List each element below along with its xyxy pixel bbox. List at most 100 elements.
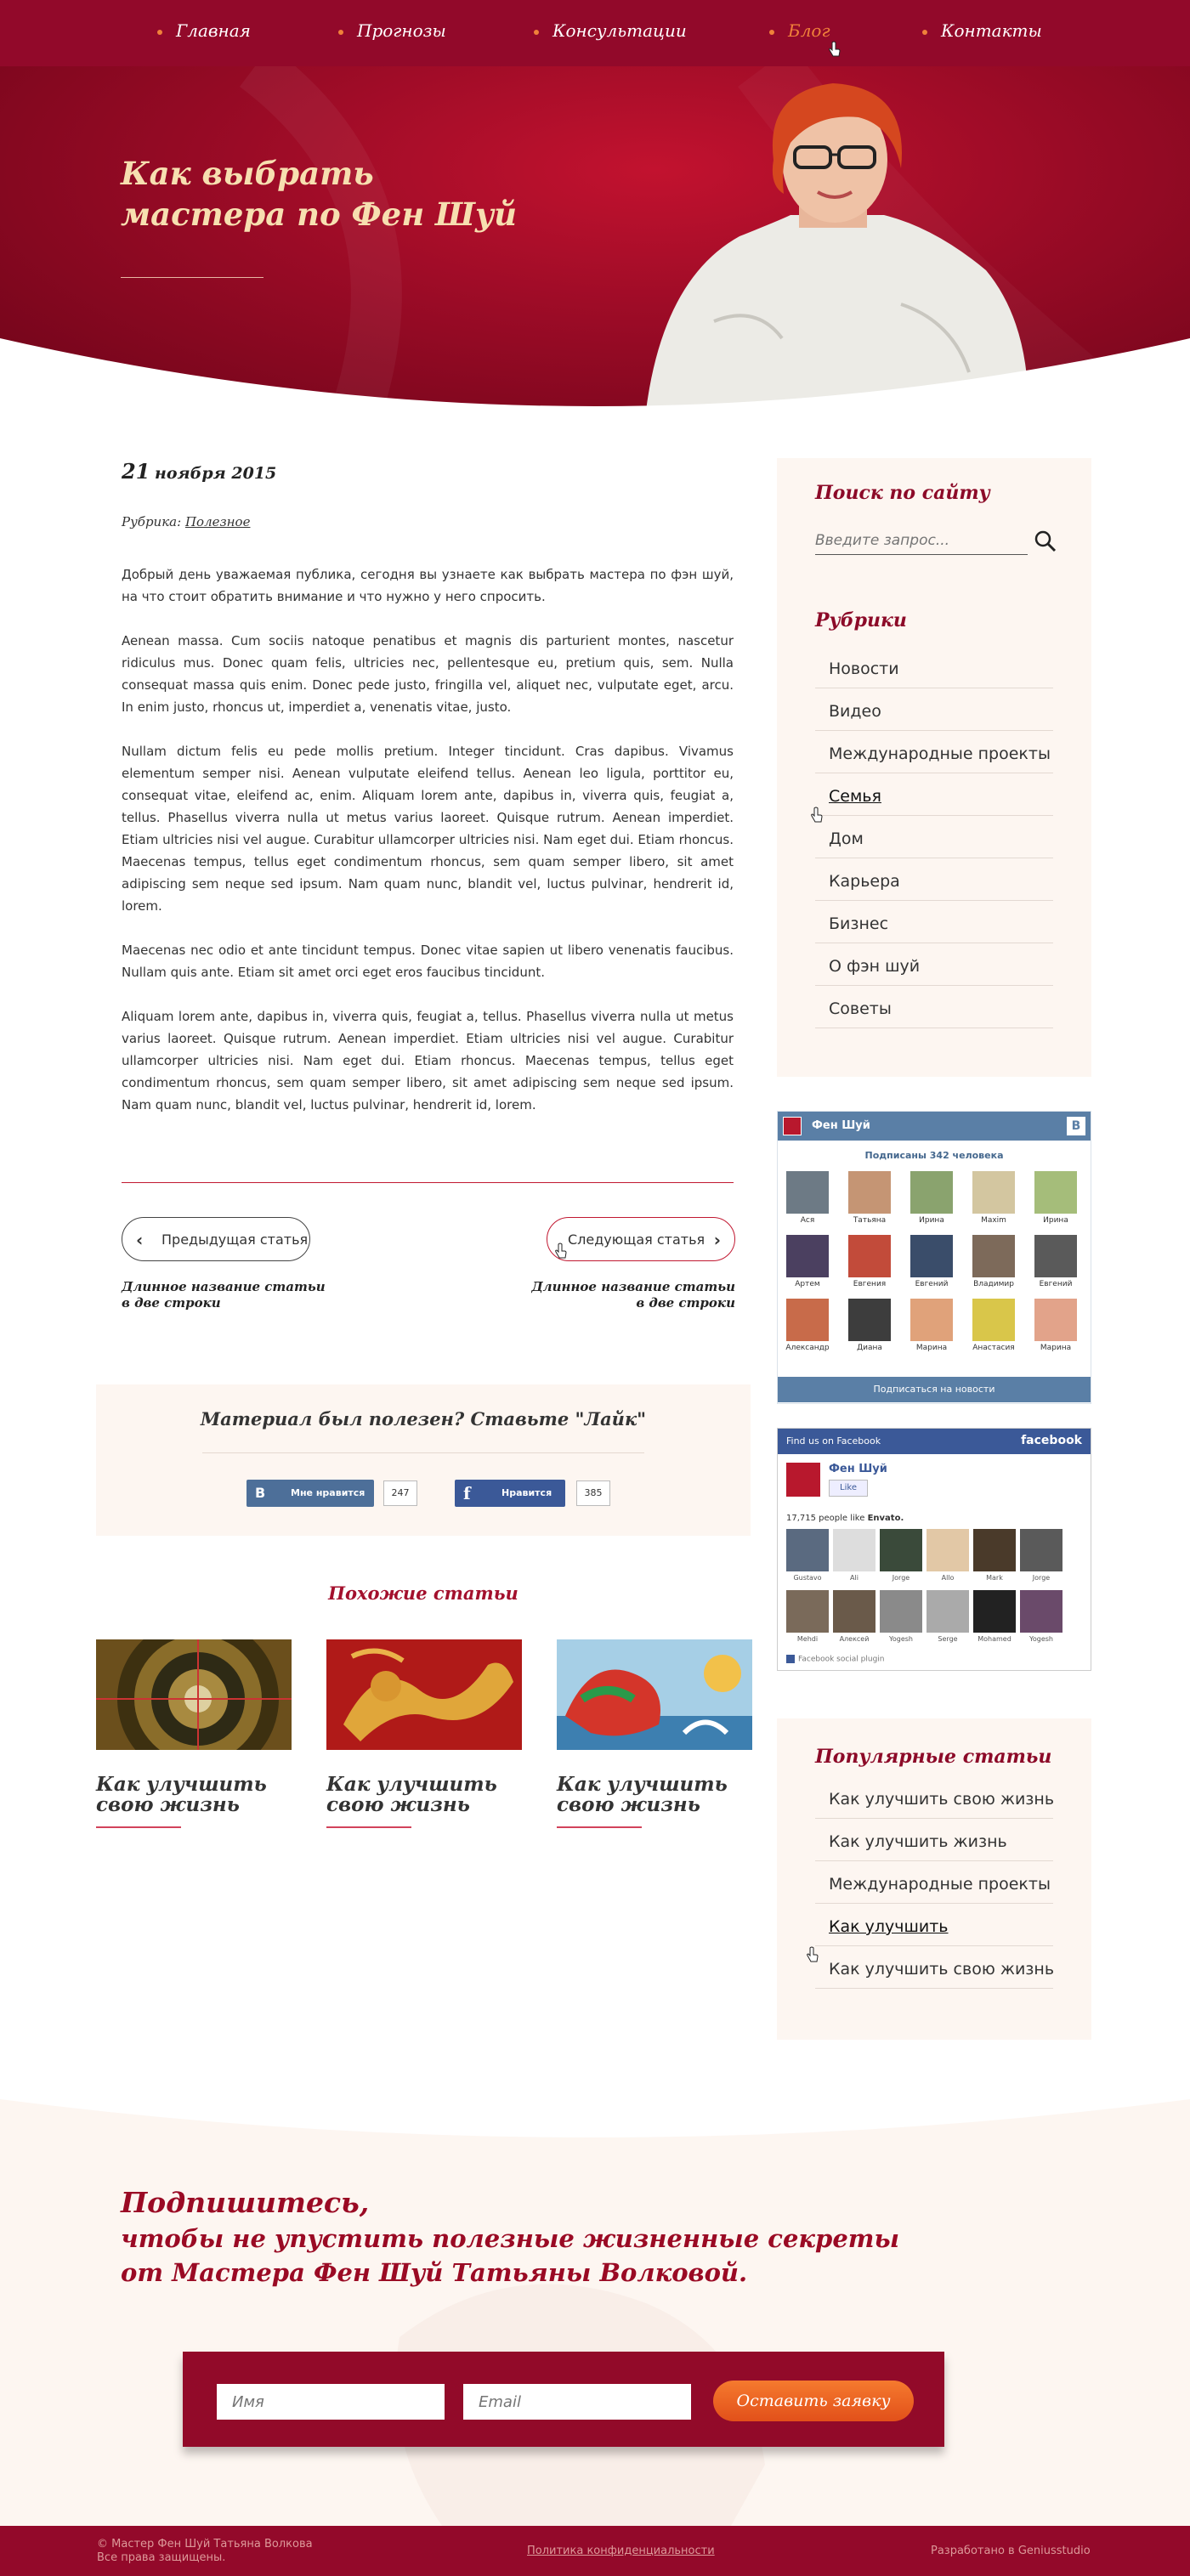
like-box-title: Материал был полезен? Ставьте "Лайк"	[200, 1408, 647, 1430]
related-title-line: свою жизнь	[96, 1793, 240, 1816]
vk-subscribers-count: Подписаны 342 человека	[864, 1150, 1004, 1161]
vk-member-avatar[interactable]	[786, 1299, 829, 1341]
bullet-icon	[534, 29, 539, 35]
category-item[interactable]: Карьера	[815, 858, 1053, 901]
vk-subscribe-button[interactable]: Подписаться на новости	[778, 1377, 1091, 1402]
fb-like-button[interactable]: f Нравится	[455, 1480, 565, 1507]
vk-like-button[interactable]: В Мне нравится	[246, 1480, 374, 1507]
vk-member-avatar[interactable]	[1034, 1299, 1077, 1341]
fb-member-avatar[interactable]	[926, 1529, 969, 1571]
nav-item-contacts[interactable]: Контакты	[922, 20, 1042, 46]
fb-member-name: Ali	[850, 1574, 858, 1582]
popular-item-hovered[interactable]: Как улучшить	[815, 1904, 1053, 1946]
email-field[interactable]	[463, 2384, 691, 2420]
fb-member-avatar[interactable]	[973, 1590, 1016, 1633]
related-article-title[interactable]: Как улучшить свою жизнь	[557, 1775, 728, 1815]
fb-member-avatar[interactable]	[833, 1529, 876, 1571]
popular-item[interactable]: Международные проекты	[815, 1861, 1053, 1904]
vk-member-name: Марина	[915, 1344, 948, 1352]
category-item[interactable]: Бизнес	[815, 901, 1053, 943]
fb-member-avatar[interactable]	[880, 1590, 922, 1633]
vk-member-avatar[interactable]	[972, 1235, 1015, 1277]
vk-member-avatar[interactable]	[972, 1299, 1015, 1341]
popular-item[interactable]: Как улучшить свою жизнь	[815, 1776, 1054, 1819]
fb-likes-text: 17,715 people like Envato.	[786, 1514, 904, 1523]
related-article-title[interactable]: Как улучшить свою жизнь	[96, 1775, 267, 1815]
rubric-link[interactable]: Полезное	[185, 514, 251, 529]
vk-member-name: Марина	[1040, 1344, 1072, 1352]
category-item[interactable]: Дом	[815, 816, 1053, 858]
vk-member-avatar[interactable]	[910, 1299, 953, 1341]
fb-member-avatar[interactable]	[926, 1590, 969, 1633]
name-field[interactable]	[217, 2384, 445, 2420]
next-article-button[interactable]: Следующая статья ›	[547, 1217, 735, 1261]
category-item[interactable]: Советы	[815, 986, 1053, 1028]
category-item[interactable]: Видео	[815, 688, 1053, 731]
prev-article-title[interactable]: Длинное название статьи в две строки	[122, 1279, 326, 1311]
fb-like-page-button[interactable]: Like	[829, 1480, 868, 1497]
bullet-icon	[922, 29, 927, 35]
vk-member-avatar[interactable]	[848, 1171, 891, 1214]
article-paragraph: Maecenas nec odio et ante tincidunt temp…	[122, 943, 734, 980]
category-label: Семья	[829, 787, 881, 806]
related-article-title[interactable]: Как улучшить свою жизнь	[326, 1775, 497, 1815]
fb-page-name[interactable]: Фен Шуй	[829, 1463, 887, 1475]
nav-item-home[interactable]: Главная	[157, 20, 251, 46]
category-item[interactable]: Новости	[815, 646, 1053, 688]
next-article-title[interactable]: Длинное название статьи в две строки	[480, 1279, 735, 1311]
subscribe-heading: Подпишитесь, чтобы не упустить полезные …	[121, 2184, 899, 2290]
category-item-hovered[interactable]: Семья	[815, 773, 1053, 816]
vk-member-avatar[interactable]	[786, 1171, 829, 1214]
fb-member-avatar[interactable]	[973, 1529, 1016, 1571]
next-title-line: в две строки	[636, 1295, 735, 1311]
vk-member-avatar[interactable]	[1034, 1171, 1077, 1214]
related-article-thumbnail-dragon[interactable]	[326, 1639, 522, 1750]
vk-member-avatar[interactable]	[972, 1171, 1015, 1214]
fb-member-avatar[interactable]	[1020, 1590, 1062, 1633]
privacy-policy-link[interactable]: Политика конфиденциальности	[527, 2545, 715, 2557]
vk-member-avatar[interactable]	[848, 1299, 891, 1341]
fb-member-name: Serge	[938, 1635, 958, 1643]
nav-item-label: Консультации	[552, 20, 687, 41]
vk-member-name: Евгений	[915, 1280, 949, 1288]
vk-group-name[interactable]: Фен Шуй	[812, 1119, 870, 1132]
vk-member-avatar[interactable]	[848, 1235, 891, 1277]
prev-article-button[interactable]: ‹ Предыдущая статья	[122, 1217, 310, 1261]
subscribe-section	[0, 2057, 1190, 2526]
article-divider	[122, 1182, 734, 1183]
developer-credit[interactable]: Разработано в Geniusstudio	[931, 2545, 1091, 2557]
vk-member-avatar[interactable]	[1034, 1235, 1077, 1277]
vk-member-avatar[interactable]	[910, 1171, 953, 1214]
search-input[interactable]	[815, 526, 1028, 555]
category-item[interactable]: Международные проекты	[815, 731, 1053, 773]
footer: © Мастер Фен Шуй Татьяна Волкова Все пра…	[0, 2526, 1190, 2576]
vk-member-avatar[interactable]	[786, 1235, 829, 1277]
fb-member-avatar[interactable]	[880, 1529, 922, 1571]
vk-member-avatar[interactable]	[910, 1235, 953, 1277]
category-label: Дом	[829, 829, 864, 848]
related-article-thumbnail-compass[interactable]	[96, 1639, 292, 1750]
copyright-line: © Мастер Фен Шуй Татьяна Волкова	[97, 2538, 313, 2551]
fb-like-count: 385	[576, 1480, 610, 1506]
nav-item-forecasts[interactable]: Прогнозы	[338, 20, 446, 46]
related-article-thumbnail-dragon-sky[interactable]	[557, 1639, 752, 1750]
fb-member-avatar[interactable]	[1020, 1529, 1062, 1571]
vk-group-logo	[783, 1117, 802, 1135]
chevron-right-icon: ›	[713, 1230, 721, 1250]
nav-item-consultations[interactable]: Консультации	[534, 20, 687, 46]
rubric-label: Рубрика:	[122, 514, 182, 529]
popular-item[interactable]: Как улучшить свою жизнь	[815, 1946, 1054, 1989]
fb-member-avatar[interactable]	[833, 1590, 876, 1633]
hand-cursor-icon	[829, 41, 841, 57]
search-icon[interactable]	[1034, 529, 1057, 553]
fb-member-avatar[interactable]	[786, 1529, 829, 1571]
next-article-label: Следующая статья	[568, 1231, 706, 1248]
prev-title-line: в две строки	[122, 1295, 221, 1311]
category-item[interactable]: О фэн шуй	[815, 943, 1053, 986]
nav-item-label: Главная	[176, 20, 251, 41]
fb-like-page-label: Like	[840, 1483, 857, 1492]
fb-member-avatar[interactable]	[786, 1590, 829, 1633]
submit-request-button[interactable]: Оставить заявку	[713, 2381, 914, 2421]
nav-item-blog[interactable]: Блог	[769, 20, 830, 46]
popular-item[interactable]: Как улучшить жизнь	[815, 1819, 1053, 1861]
